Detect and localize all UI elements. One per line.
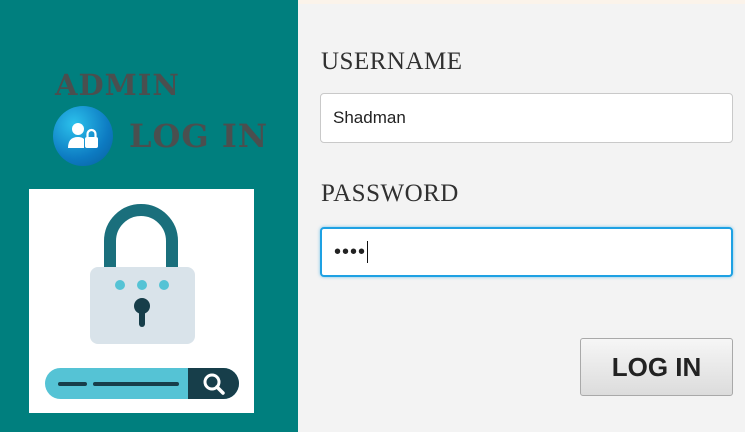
password-input[interactable]: ••••: [320, 227, 733, 277]
password-label: PASSWORD: [321, 180, 459, 207]
user-lock-icon: [53, 106, 113, 166]
login-button[interactable]: LOG IN: [580, 338, 733, 396]
login-form: USERNAME Shadman PASSWORD •••• LOG IN: [298, 4, 745, 432]
brand-row: LOG IN: [53, 106, 268, 166]
padlock-search-illustration: [29, 189, 254, 413]
password-value: ••••: [334, 240, 367, 263]
brand-title: ADMIN: [55, 68, 180, 102]
brand-login-text: LOG IN: [129, 117, 269, 155]
sidebar: ADMIN LOG IN: [0, 0, 298, 432]
username-label: USERNAME: [321, 48, 463, 75]
username-input[interactable]: Shadman: [320, 93, 733, 143]
username-value: Shadman: [333, 108, 406, 127]
text-caret: [367, 241, 369, 263]
